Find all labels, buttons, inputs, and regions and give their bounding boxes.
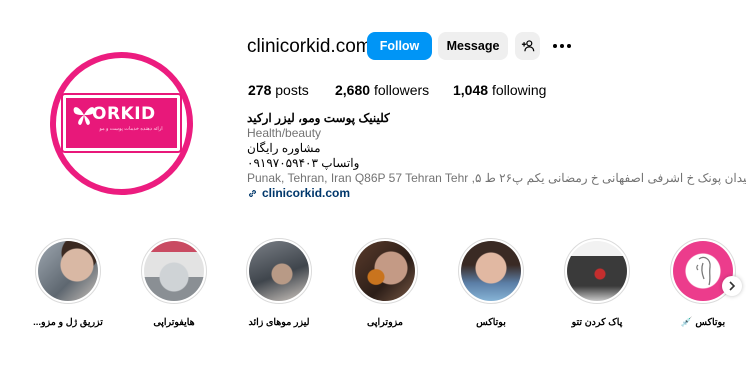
highlight-label: بوتاکس 💉	[680, 317, 726, 328]
more-icon	[553, 44, 571, 48]
highlight-item[interactable]: هایفوتراپی	[124, 238, 224, 328]
highlight-item[interactable]: پاک کردن تتو	[547, 238, 647, 328]
posts-stat: 278 posts	[248, 82, 309, 98]
highlight-thumbnail	[38, 241, 98, 301]
suggested-accounts-button[interactable]	[515, 32, 540, 60]
highlights-next-button[interactable]	[722, 276, 742, 296]
link-icon	[248, 189, 257, 198]
profile-name: کلینیک پوست ومو، لیزر ارکید	[247, 111, 390, 125]
highlight-ring	[246, 238, 312, 304]
highlight-thumbnail	[567, 241, 627, 301]
posts-label: posts	[275, 82, 309, 98]
username: clinicorkid.com	[247, 36, 372, 58]
chevron-right-icon	[729, 281, 736, 291]
posts-count: 278	[248, 82, 272, 98]
highlight-item[interactable]: مزوتراپی	[335, 238, 435, 328]
following-label: following	[491, 82, 547, 98]
highlight-label: هایفوتراپی	[153, 317, 195, 328]
following-stat[interactable]: 1,048 following	[453, 82, 546, 98]
more-options-button[interactable]	[551, 36, 573, 56]
bio-line-whatsapp: واتساپ ۰۹۱۹۷۰۵۹۴۰۳	[247, 156, 360, 170]
highlight-label: تزریق ژل و مزو...	[33, 317, 103, 328]
bio-line-consultation: مشاوره رایگان	[247, 141, 321, 155]
highlight-label: لیزر موهای زائد	[248, 317, 310, 328]
profile-website-link[interactable]: clinicorkid.com	[247, 186, 717, 201]
highlight-ring	[35, 238, 101, 304]
highlight-ring	[352, 238, 418, 304]
profile-bio: کلینیک پوست ومو، لیزر ارکید Health/beaut…	[247, 111, 746, 201]
highlight-item[interactable]: تزریق ژل و مزو...	[18, 238, 118, 328]
profile-address[interactable]: Punak, Tehran, Iran Q86P 57 Tehran Tehr …	[247, 171, 746, 186]
avatar-inner: ORKID ارائه دهنده خدمات پوست و مو	[56, 58, 187, 189]
highlight-ring	[564, 238, 630, 304]
orkid-logo: ORKID ارائه دهنده خدمات پوست و مو	[61, 93, 182, 153]
add-person-icon	[521, 40, 534, 52]
highlight-label: بوتاکس	[476, 317, 506, 328]
followers-stat[interactable]: 2,680 followers	[335, 82, 429, 98]
following-count: 1,048	[453, 82, 489, 98]
highlight-item[interactable]: بوتاکس	[441, 238, 541, 328]
highlight-thumbnail	[355, 241, 415, 301]
highlight-label: پاک کردن تتو	[571, 317, 623, 328]
profile-category: Health/beauty	[247, 126, 322, 140]
follow-button[interactable]: Follow	[367, 32, 432, 60]
profile-avatar[interactable]: ORKID ارائه دهنده خدمات پوست و مو	[50, 52, 193, 195]
highlight-thumbnail	[249, 241, 309, 301]
followers-label: followers	[373, 82, 430, 98]
username-main: clinicorkid	[247, 36, 331, 57]
username-suffix: .com	[330, 36, 372, 57]
logo-subtext: ارائه دهنده خدمات پوست و مو	[99, 126, 163, 132]
website-link-text: clinicorkid.com	[262, 186, 351, 200]
highlight-ring	[458, 238, 524, 304]
highlight-item[interactable]: لیزر موهای زائد	[229, 238, 329, 328]
message-button[interactable]: Message	[438, 32, 508, 60]
highlight-thumbnail	[144, 241, 204, 301]
highlight-ring	[141, 238, 207, 304]
followers-count: 2,680	[335, 82, 371, 98]
story-highlights: تزریق ژل و مزو... هایفوتراپی لیزر موهای …	[0, 238, 746, 338]
logo-text: ORKID	[92, 104, 156, 124]
highlight-thumbnail	[461, 241, 521, 301]
highlight-label: مزوتراپی	[366, 317, 403, 328]
